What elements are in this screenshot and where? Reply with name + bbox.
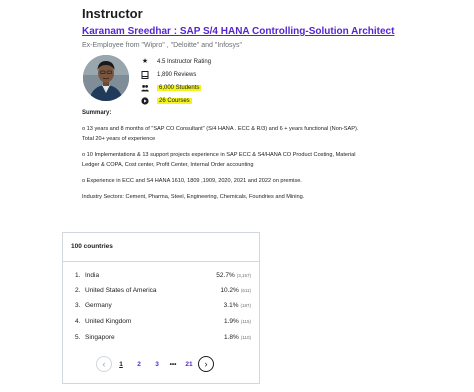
instructor-headline: Ex-Employee from "Wipro" , "Deloitte" an…: [82, 42, 243, 49]
stat-courses-label: 26 Courses: [157, 97, 192, 104]
page-2-link[interactable]: 2: [130, 361, 148, 368]
stat-reviews-label: 1,890 Reviews: [157, 71, 197, 78]
summary-paragraph: o 13 years and 8 months of "SAP CO Consu…: [82, 126, 359, 142]
country-name: India: [85, 271, 100, 279]
instructor-avatar[interactable]: [83, 55, 129, 101]
country-percent: 1.8%: [224, 333, 239, 341]
star-icon: ★: [141, 57, 149, 65]
country-count: (115): [240, 318, 251, 324]
country-row: 1. India 52.7% (3,157): [75, 269, 251, 281]
country-percent: 10.2%: [220, 286, 239, 294]
country-name: United Kingdom: [85, 317, 132, 325]
country-count: (611): [240, 287, 251, 293]
summary-paragraph: o Experience in ECC and S4 HANA 1610, 18…: [82, 178, 302, 184]
summary-paragraph: Industry Sectors: Cement, Pharma, Steel,…: [82, 194, 305, 200]
stat-rating: ★ 4.5 Instructor Rating: [141, 55, 211, 68]
prev-page-button[interactable]: ‹: [96, 356, 112, 372]
country-name: Germany: [85, 301, 112, 309]
country-count: (187): [240, 302, 251, 308]
page-3-link[interactable]: 3: [148, 361, 166, 368]
country-rank: 2.: [75, 286, 81, 294]
stat-reviews: 1,890 Reviews: [141, 68, 211, 81]
stat-courses: 26 Courses: [141, 94, 211, 107]
instructor-stats: ★ 4.5 Instructor Rating 1,890 Reviews 6,…: [141, 55, 211, 107]
country-row: 3. Germany 3.1% (187): [75, 299, 251, 311]
country-name: Singapore: [85, 333, 115, 341]
avatar-image: [83, 55, 129, 101]
countries-title: 100 countries: [71, 243, 113, 250]
students-icon: [141, 84, 149, 92]
next-page-button[interactable]: ›: [198, 356, 214, 372]
country-percent: 1.9%: [224, 317, 239, 325]
summary-title: Summary:: [82, 110, 112, 116]
pagination-ellipsis: •••: [169, 360, 177, 368]
country-row: 5. Singapore 1.8% (110): [75, 331, 251, 343]
country-name: United States of America: [85, 286, 157, 294]
country-rank: 3.: [75, 301, 81, 309]
country-count: (3,157): [236, 272, 251, 278]
stat-students: 6,000 Students: [141, 81, 211, 94]
country-count: (110): [240, 334, 251, 340]
country-rank: 1.: [75, 271, 81, 279]
page-last-link[interactable]: 21: [180, 361, 198, 368]
country-rank: 5.: [75, 333, 81, 341]
country-rank: 4.: [75, 317, 81, 325]
page-1-link[interactable]: 1: [112, 361, 130, 368]
reviews-icon: [141, 70, 149, 79]
country-row: 2. United States of America 10.2% (611): [75, 284, 251, 296]
country-percent: 3.1%: [223, 301, 239, 309]
stat-students-label: 6,000 Students: [157, 84, 202, 91]
country-row: 4. United Kingdom 1.9% (115): [75, 315, 251, 327]
card-divider: [63, 261, 259, 262]
play-icon: [141, 96, 149, 105]
instructor-summary: Summary: o 13 years and 8 months of "SAP…: [82, 110, 362, 208]
countries-card: 100 countries 1. India 52.7% (3,157) 2. …: [62, 232, 260, 384]
page: Instructor Karanam Sreedhar : SAP S/4 HA…: [0, 0, 474, 392]
stat-rating-label: 4.5 Instructor Rating: [157, 58, 212, 65]
section-title: Instructor: [82, 6, 143, 21]
country-percent: 52.7%: [216, 271, 235, 279]
pagination: ‹ 1 2 3 ••• 21 ›: [96, 355, 214, 373]
instructor-name-link[interactable]: Karanam Sreedhar : SAP S/4 HANA Controll…: [82, 26, 394, 37]
summary-paragraph: o 10 Implementations & 13 support projec…: [82, 152, 356, 168]
